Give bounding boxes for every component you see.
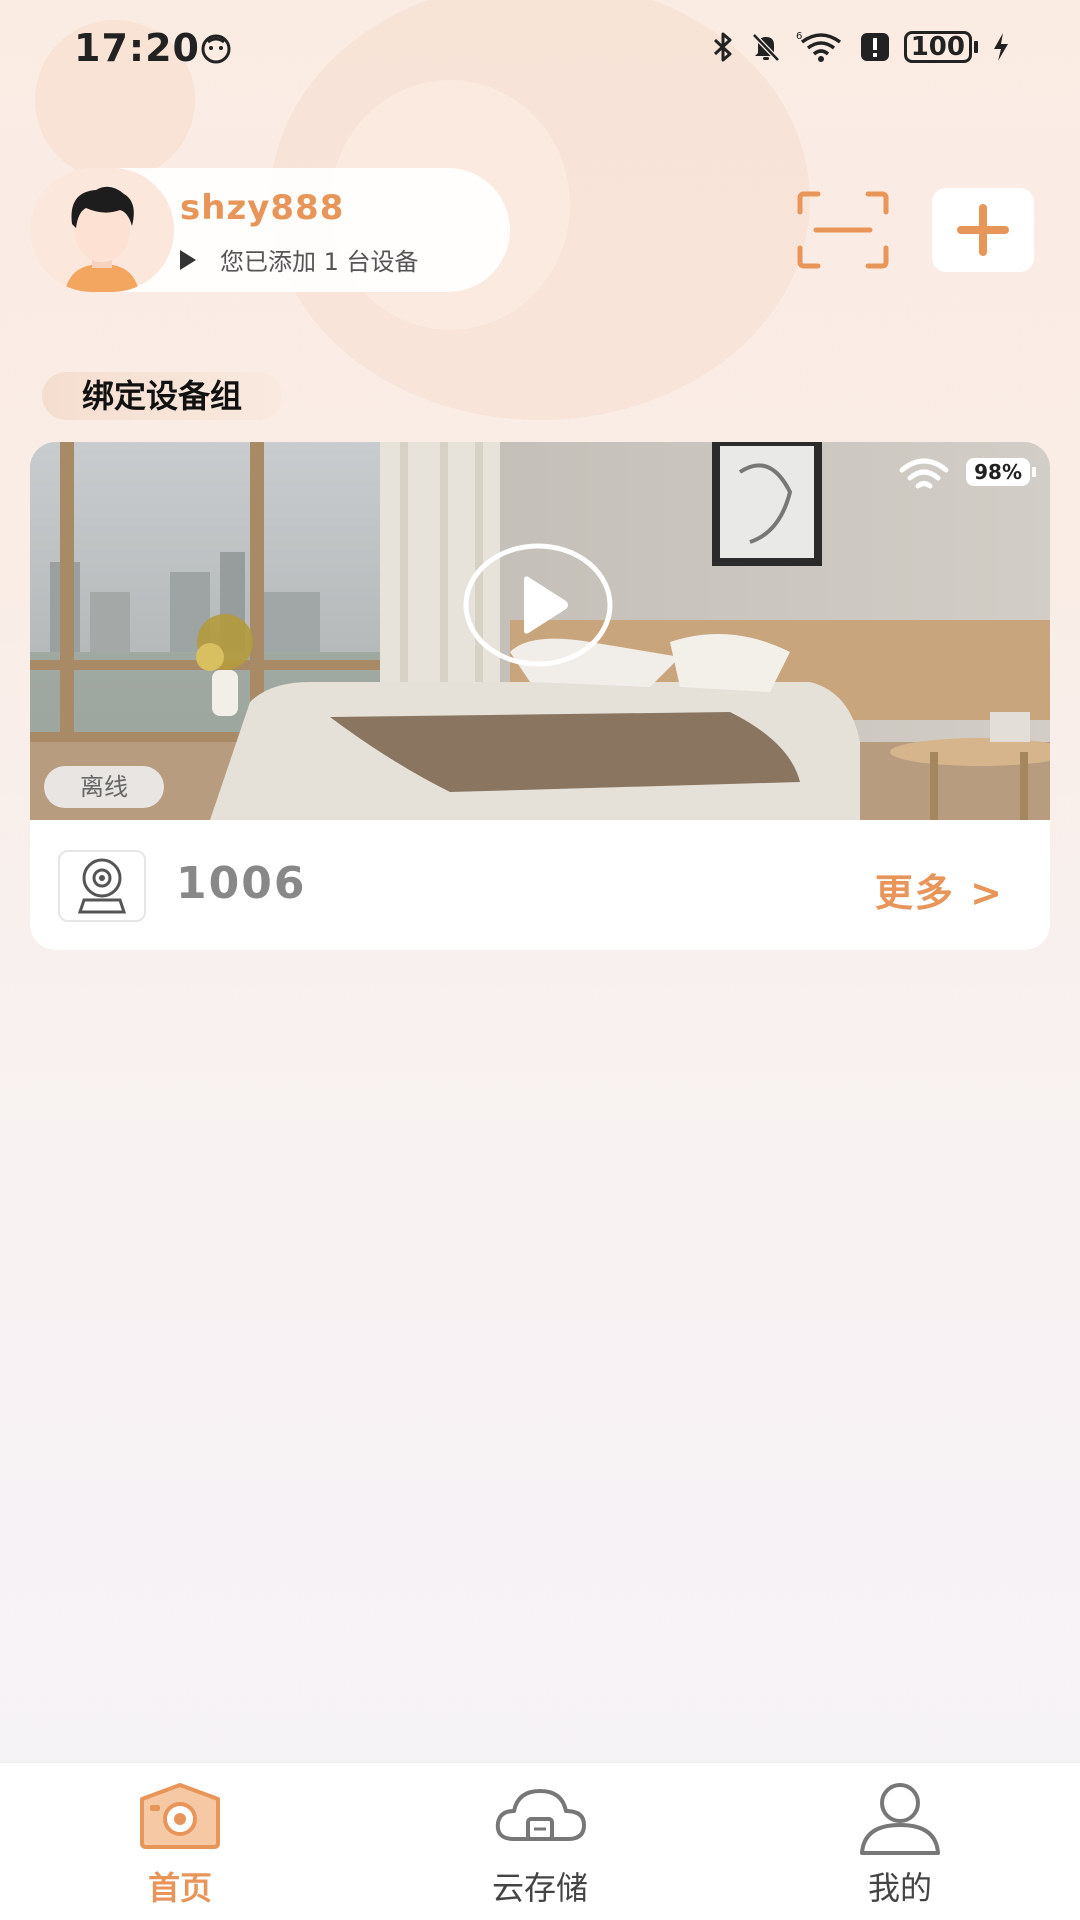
- play-arrow-icon: [180, 249, 196, 270]
- plus-icon: [957, 204, 1009, 256]
- battery-icon: 100: [903, 31, 978, 63]
- section-title: 绑定设备组: [42, 372, 283, 420]
- camera-battery-indicator: 98%: [966, 458, 1036, 486]
- username: shzy888: [180, 188, 345, 228]
- play-button-icon[interactable]: [462, 542, 614, 668]
- device-card-footer: 1006 更多 >: [30, 820, 1050, 950]
- wifi-icon: 6: [796, 31, 841, 62]
- nav-home-label: 首页: [147, 1869, 212, 1907]
- alert-icon: [860, 33, 889, 61]
- nav-mine[interactable]: 我的: [800, 1763, 1000, 1920]
- bottom-navigation: 首页 云存储 我的: [0, 1762, 1080, 1920]
- status-time: 17:20: [74, 26, 200, 70]
- camera-wifi-icon: [899, 458, 949, 489]
- smiley-icon: [201, 34, 231, 64]
- status-badge: 离线: [44, 766, 164, 808]
- status-bar: 17:20 6 100: [0, 0, 1080, 100]
- bluetooth-icon: [713, 32, 732, 62]
- device-name: 1006: [176, 858, 307, 909]
- camera-thumbnail: [58, 850, 146, 922]
- scan-icon[interactable]: [796, 190, 890, 270]
- bell-muted-icon: [751, 33, 780, 62]
- device-card[interactable]: 98% 离线 1006 更多 >: [30, 442, 1050, 950]
- camera-preview[interactable]: 98% 离线: [30, 442, 1050, 820]
- battery-level: 100: [903, 31, 972, 63]
- charging-icon: [994, 33, 1008, 61]
- nav-mine-label: 我的: [867, 1869, 932, 1907]
- avatar-icon: [30, 168, 174, 292]
- camera-device-icon: [77, 858, 127, 914]
- person-icon: [860, 1783, 940, 1855]
- camera-battery-percent: 98%: [966, 458, 1030, 486]
- svg-text:6: 6: [796, 31, 802, 42]
- cloud-storage-icon: [495, 1789, 586, 1841]
- user-profile-card[interactable]: shzy888 您已添加 1 台设备: [30, 168, 510, 292]
- camera-home-icon: [140, 1783, 220, 1849]
- device-count-text: 您已添加 1 台设备: [220, 248, 419, 276]
- avatar[interactable]: [30, 168, 174, 292]
- nav-home[interactable]: 首页: [80, 1763, 280, 1920]
- nav-cloud-storage[interactable]: 云存储: [440, 1763, 640, 1920]
- add-device-button[interactable]: [932, 188, 1034, 272]
- more-button[interactable]: 更多 >: [875, 862, 1004, 917]
- device-count: 您已添加 1 台设备: [180, 242, 419, 277]
- nav-cloud-label: 云存储: [491, 1869, 588, 1907]
